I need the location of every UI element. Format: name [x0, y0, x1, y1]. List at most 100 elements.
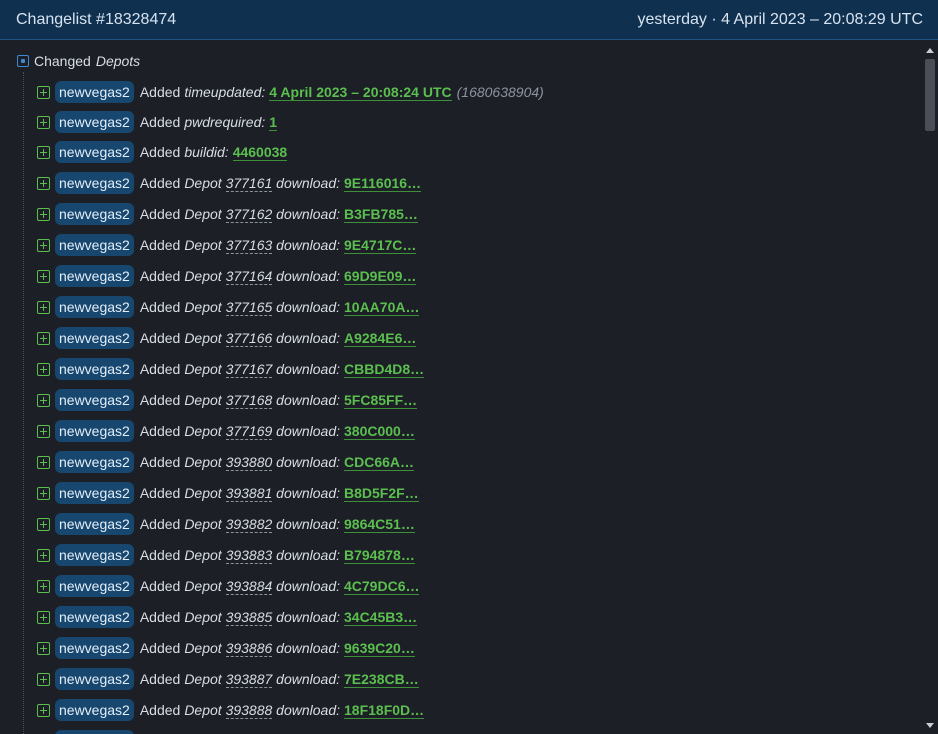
change-value[interactable]: 380C000…: [344, 423, 415, 440]
change-value[interactable]: 4460038: [232, 144, 288, 161]
change-verb: Added: [139, 330, 181, 346]
change-verb: Added: [139, 609, 181, 625]
change-value[interactable]: 4C79DC6…: [344, 578, 420, 595]
depot-id-link[interactable]: 377167: [225, 361, 273, 378]
change-value[interactable]: 34C45B3…: [344, 609, 418, 626]
depot-id-link[interactable]: 377164: [225, 268, 273, 285]
depot-id-link[interactable]: 377165: [225, 299, 273, 316]
plus-square-icon: [37, 269, 50, 283]
branch-tag[interactable]: newvegas2: [55, 358, 134, 380]
branch-tag[interactable]: newvegas2: [55, 389, 134, 411]
change-verb: Added: [139, 485, 181, 501]
depot-id-link[interactable]: 377169: [225, 423, 273, 440]
branch-tag[interactable]: newvegas2: [55, 575, 134, 597]
branch-tag[interactable]: newvegas2: [55, 420, 134, 442]
change-key: Depot: [184, 485, 222, 501]
vertical-scrollbar[interactable]: [922, 40, 938, 734]
plus-square-icon: [37, 486, 50, 500]
change-row: newvegas2 Added Depot 377161 download: 9E11…: [37, 171, 422, 195]
depot-id-link[interactable]: 393887: [225, 671, 273, 688]
change-value[interactable]: 9E4717C…: [344, 237, 417, 254]
branch-tag[interactable]: newvegas2: [55, 606, 134, 628]
depot-id-link[interactable]: 393882: [225, 516, 273, 533]
depot-id-link[interactable]: 393888: [225, 702, 273, 719]
plus-square-icon: [37, 393, 50, 407]
plus-square-icon: [37, 145, 50, 159]
change-verb: Added: [139, 144, 181, 160]
branch-tag[interactable]: newvegas2: [55, 327, 134, 349]
scroll-up-arrow-icon[interactable]: [926, 48, 934, 53]
change-value[interactable]: B794878…: [344, 547, 415, 564]
depot-id-link[interactable]: 393886: [225, 640, 273, 657]
branch-tag[interactable]: newvegas2: [55, 699, 134, 721]
depot-id-link[interactable]: 393885: [225, 609, 273, 626]
depot-id-link[interactable]: 377166: [225, 330, 273, 347]
group-changed-depots[interactable]: Changed Depots: [17, 53, 140, 69]
change-value[interactable]: 18F18F0D…: [344, 702, 425, 719]
change-value[interactable]: 4 April 2023 – 20:08:24 UTC: [269, 84, 452, 101]
branch-tag[interactable]: newvegas2: [55, 141, 134, 163]
change-key: Depot: [184, 361, 222, 377]
depot-id-link[interactable]: 377161: [225, 175, 273, 192]
changelist-title[interactable]: Changelist #18328474: [16, 11, 176, 29]
change-value[interactable]: A9284E6…: [344, 330, 417, 347]
branch-tag[interactable]: newvegas2: [55, 451, 134, 473]
plus-square-icon: [37, 85, 50, 99]
scroll-down-arrow-icon[interactable]: [926, 723, 934, 728]
change-value[interactable]: B8D5F2F…: [344, 485, 419, 502]
change-value[interactable]: 9E116016…: [344, 175, 422, 192]
change-value[interactable]: B3FB785…: [344, 206, 418, 223]
change-key-suffix: download:: [276, 485, 340, 501]
change-row: newvegas2 Added buildid: 4460038: [37, 140, 288, 164]
depot-id-link[interactable]: 393881: [225, 485, 273, 502]
change-value[interactable]: CBBD4D8…: [344, 361, 425, 378]
branch-tag[interactable]: newvegas2: [55, 111, 134, 133]
plus-square-icon: [37, 641, 50, 655]
change-value[interactable]: CDC66A…: [344, 454, 415, 471]
change-value[interactable]: 9864C51…: [344, 516, 415, 533]
plus-square-icon: [37, 672, 50, 686]
branch-tag[interactable]: newvegas2: [55, 482, 134, 504]
scrollbar-thumb[interactable]: [925, 59, 935, 131]
branch-tag[interactable]: newvegas2: [55, 203, 134, 225]
branch-tag[interactable]: newvegas2: [55, 81, 134, 103]
change-row: newvegas2 Added Depot 377165 download: 10AA…: [37, 295, 420, 319]
change-value[interactable]: 10AA70A…: [344, 299, 420, 316]
change-value[interactable]: 7E238CB…: [344, 671, 419, 688]
change-value[interactable]: 69D9E09…: [344, 268, 417, 285]
change-verb: Added: [139, 84, 181, 100]
depot-id-link[interactable]: 393884: [225, 578, 273, 595]
change-key: timeupdated:: [184, 84, 266, 100]
depot-id-link[interactable]: 393883: [225, 547, 273, 564]
change-value[interactable]: 5FC85FF…: [344, 392, 418, 409]
depot-id-link[interactable]: 393880: [225, 454, 273, 471]
change-key-suffix: download:: [276, 206, 340, 222]
branch-tag[interactable]: newvegas2: [55, 637, 134, 659]
branch-tag[interactable]: newvegas2: [55, 544, 134, 566]
change-key-suffix: download:: [276, 175, 340, 191]
collapse-square-icon[interactable]: [17, 55, 29, 67]
depot-id-link[interactable]: 377162: [225, 206, 273, 223]
depot-id-link[interactable]: 377168: [225, 392, 273, 409]
branch-tag[interactable]: newvegas2: [55, 265, 134, 287]
unix-timestamp: (1680638904): [456, 84, 544, 100]
changelist-window: Changelist #18328474 yesterday · 4 April…: [0, 0, 938, 734]
branch-tag[interactable]: newvegas2: [55, 296, 134, 318]
change-row: newvegas2 Added Depot 377169 download: 380C…: [37, 419, 415, 443]
change-verb: Added: [139, 547, 181, 563]
branch-tag[interactable]: newvegas2: [55, 668, 134, 690]
change-verb: Added: [139, 299, 181, 315]
plus-square-icon: [37, 517, 50, 531]
change-value[interactable]: 9639C20…: [344, 640, 415, 657]
change-key-suffix: download:: [276, 299, 340, 315]
change-row: newvegas2 Added Depot 393882 download: 9864…: [37, 512, 415, 536]
depot-id-link[interactable]: 377163: [225, 237, 273, 254]
branch-tag[interactable]: newvegas2: [55, 234, 134, 256]
changelist-header: Changelist #18328474 yesterday · 4 April…: [0, 0, 938, 40]
branch-tag[interactable]: newvegas2: [55, 730, 134, 734]
change-value[interactable]: 1: [269, 114, 278, 131]
plus-square-icon: [37, 610, 50, 624]
branch-tag[interactable]: newvegas2: [55, 513, 134, 535]
change-row: newvegas2 Added timeupdated: 4 April 2023 –…: [37, 80, 544, 104]
branch-tag[interactable]: newvegas2: [55, 172, 134, 194]
